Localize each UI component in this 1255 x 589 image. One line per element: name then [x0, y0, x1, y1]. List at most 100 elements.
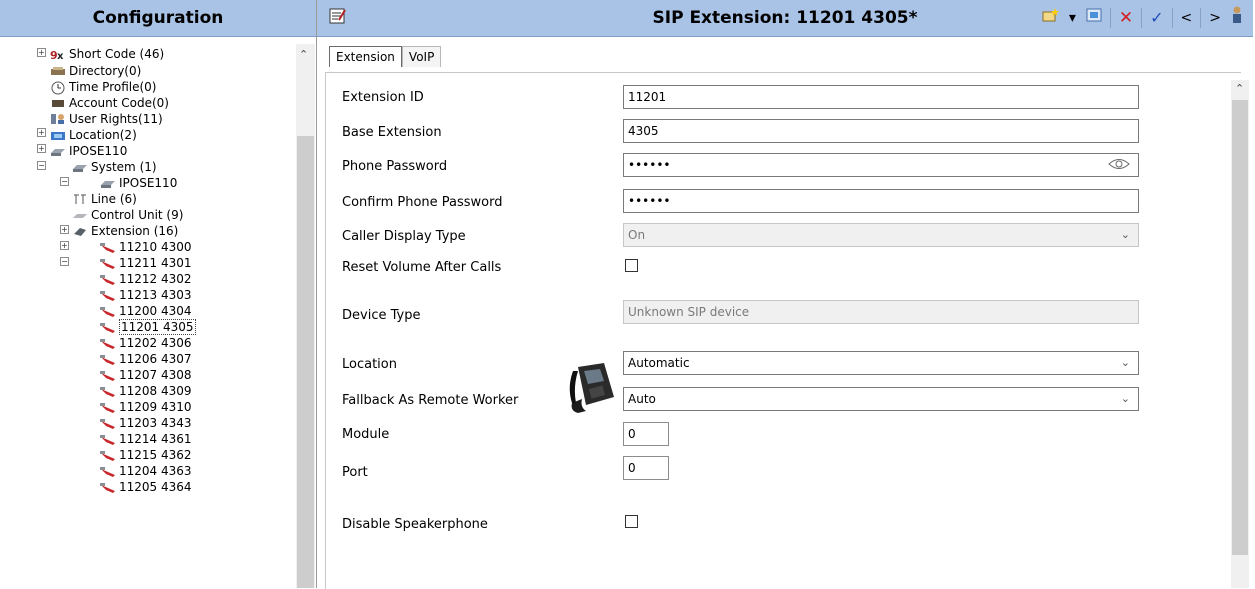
tree-item-account-code[interactable]: Account Code(0) — [50, 95, 169, 111]
module-label: Module — [342, 427, 390, 442]
location-label: Location — [342, 357, 397, 372]
control-unit-icon — [72, 209, 88, 220]
tree-item-ipose110[interactable]: IPOSE110 — [50, 143, 127, 159]
sip-extension-icon — [100, 321, 116, 333]
configuration-tree: + + + − − + + − 9 x Short Code (46) Direct… — [0, 44, 296, 588]
expand-toggle[interactable]: + — [60, 225, 69, 234]
fallback-remote-worker-label: Fallback As Remote Worker — [342, 393, 519, 408]
user-icon[interactable] — [1229, 5, 1245, 32]
tree-item-extension[interactable]: Extension (16) — [72, 223, 178, 239]
editor-tabs: Extension VoIP — [329, 46, 442, 67]
collapse-toggle[interactable]: − — [60, 177, 69, 186]
collapse-toggle[interactable]: − — [60, 257, 69, 266]
tree-item-extension-11203[interactable]: 11203 4343 — [100, 415, 192, 431]
scroll-up-icon[interactable]: ⌃ — [299, 48, 308, 61]
base-extension-input[interactable]: 4305 — [623, 119, 1139, 143]
tree-item-extension-11206[interactable]: 11206 4307 — [100, 351, 192, 367]
sip-extension-icon — [100, 305, 116, 317]
tree-item-extension-11200[interactable]: 11200 4304 — [100, 303, 192, 319]
tree-item-system-ipose110[interactable]: IPOSE110 — [100, 175, 177, 191]
tree-item-directory[interactable]: Directory(0) — [50, 63, 141, 79]
caller-display-type-label: Caller Display Type — [342, 229, 466, 244]
tree-item-system[interactable]: System (1) — [72, 159, 157, 175]
extension-form: Extension ID 11201 Base Extension 4305 P… — [325, 72, 1241, 589]
tree-item-extension-11214[interactable]: 11214 4361 — [100, 431, 192, 447]
chevron-down-icon: ⌄ — [1120, 392, 1130, 405]
configuration-panel: Configuration + + + − − + + − 9 x Short Co… — [0, 0, 317, 588]
tree-item-extension-11208[interactable]: 11208 4309 — [100, 383, 192, 399]
phone-password-input[interactable]: •••••• — [623, 153, 1139, 177]
expand-toggle[interactable]: + — [37, 128, 46, 137]
reset-volume-checkbox[interactable] — [625, 259, 638, 272]
export-icon[interactable] — [1084, 7, 1104, 30]
desk-phone-icon — [569, 363, 614, 413]
tree-item-time-profile[interactable]: Time Profile(0) — [50, 79, 157, 95]
extension-id-input[interactable]: 11201 — [623, 85, 1139, 109]
tree-item-extension-11209[interactable]: 11209 4310 — [100, 399, 192, 415]
tree-scrollbar[interactable]: ⌃ — [296, 44, 315, 588]
delete-icon[interactable]: ✕ — [1117, 7, 1135, 29]
chevron-down-icon[interactable]: ▾ — [1067, 7, 1078, 29]
sip-extension-icon — [100, 241, 116, 253]
expand-toggle[interactable]: + — [37, 144, 46, 153]
confirm-phone-password-label: Confirm Phone Password — [342, 195, 503, 210]
sip-extension-icon — [100, 337, 116, 349]
editor-panel: SIP Extension: 11201 4305* ▾ ✕ ✓ < > Ext… — [317, 0, 1255, 589]
line-icon — [72, 193, 88, 204]
confirm-phone-password-input[interactable]: •••••• — [623, 189, 1139, 213]
sip-extension-icon — [100, 433, 116, 445]
tree-item-extension-11204[interactable]: 11204 4363 — [100, 463, 192, 479]
tree-item-extension-11205[interactable]: 11205 4364 — [100, 479, 192, 495]
caller-display-type-select[interactable]: On ⌄ — [623, 223, 1139, 247]
configuration-title: Configuration — [0, 0, 316, 37]
tree-item-extension-11201-selected[interactable]: 11201 4305 — [100, 319, 196, 335]
sip-extension-icon — [100, 353, 116, 365]
tree-item-extension-11202[interactable]: 11202 4306 — [100, 335, 192, 351]
sip-extension-icon — [100, 417, 116, 429]
tree-item-line[interactable]: Line (6) — [72, 191, 137, 207]
tab-extension[interactable]: Extension — [329, 46, 402, 67]
phone-password-label: Phone Password — [342, 159, 448, 174]
next-icon[interactable]: > — [1207, 7, 1223, 29]
tree-item-extension-11211[interactable]: 11211 4301 — [100, 255, 192, 271]
sip-extension-icon — [100, 369, 116, 381]
form-scrollbar[interactable]: ⌃ — [1231, 80, 1249, 588]
location-icon — [50, 129, 66, 140]
new-item-icon[interactable] — [1039, 7, 1061, 30]
chevron-down-icon: ⌄ — [1120, 356, 1130, 369]
disable-speakerphone-checkbox[interactable] — [625, 515, 638, 528]
server-icon — [50, 145, 66, 156]
expand-toggle[interactable]: + — [60, 241, 69, 250]
fallback-remote-worker-select[interactable]: Auto ⌄ — [623, 387, 1139, 411]
tree-item-extension-11213[interactable]: 11213 4303 — [100, 287, 192, 303]
tree-item-extension-11215[interactable]: 11215 4362 — [100, 447, 192, 463]
collapse-toggle[interactable]: − — [37, 161, 46, 170]
device-type-label: Device Type — [342, 308, 421, 323]
tree-item-extension-11207[interactable]: 11207 4308 — [100, 367, 192, 383]
tree-item-extension-11212[interactable]: 11212 4302 — [100, 271, 192, 287]
tree-item-control-unit[interactable]: Control Unit (9) — [72, 207, 183, 223]
location-select[interactable]: Automatic ⌄ — [623, 351, 1139, 375]
sip-extension-icon — [100, 273, 116, 285]
previous-icon[interactable]: < — [1179, 7, 1195, 29]
tree-item-short-code[interactable]: 9 x Short Code (46) — [50, 46, 164, 62]
system-icon — [100, 177, 116, 188]
scroll-up-icon[interactable]: ⌃ — [1235, 82, 1244, 95]
sip-extension-icon — [100, 289, 116, 301]
check-icon[interactable]: ✓ — [1148, 7, 1165, 29]
clock-icon — [50, 81, 66, 95]
account-code-icon — [50, 97, 66, 108]
tree-scrollbar-thumb[interactable] — [297, 136, 314, 588]
tree-item-user-rights[interactable]: User Rights(11) — [50, 111, 163, 127]
svg-text:x: x — [57, 51, 64, 60]
tree-item-location[interactable]: Location(2) — [50, 127, 137, 143]
eye-icon[interactable] — [1108, 156, 1130, 178]
chevron-down-icon: ⌄ — [1120, 228, 1130, 241]
directory-icon — [50, 65, 66, 76]
sip-extension-icon — [100, 401, 116, 413]
tab-voip[interactable]: VoIP — [401, 46, 442, 67]
tree-item-extension-11210[interactable]: 11210 4300 — [100, 239, 192, 255]
base-extension-label: Base Extension — [342, 125, 442, 140]
expand-toggle[interactable]: + — [37, 48, 46, 57]
form-scrollbar-thumb[interactable] — [1232, 100, 1248, 555]
